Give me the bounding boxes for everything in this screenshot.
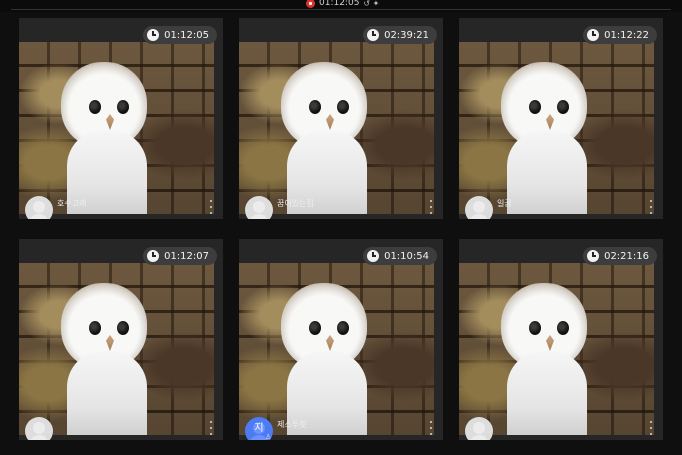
owl-left-eye <box>529 100 541 114</box>
person-icon: ♙ <box>485 212 492 219</box>
owl-left-eye <box>89 321 101 335</box>
video-thumbnail[interactable] <box>459 263 654 435</box>
video-card-2[interactable]: 02:39:21 ♙ 꿈이있는집 <box>239 18 443 219</box>
video-card-5[interactable]: 01:10:54 지 ♙ 제스투핏 <box>239 239 443 440</box>
duration-text: 02:21:16 <box>604 250 649 262</box>
video-meta: ♙ 꿈이있는집 <box>239 193 443 219</box>
owl-left-eye <box>89 100 101 114</box>
owl-left-eye <box>309 321 321 335</box>
recording-extra: ↺ ✦ <box>363 0 380 8</box>
more-vertical-icon[interactable] <box>207 421 215 435</box>
more-vertical-icon[interactable] <box>427 200 435 214</box>
video-thumbnail[interactable] <box>239 42 434 214</box>
person-icon: ♙ <box>265 212 272 219</box>
duration-badge: 02:21:16 <box>583 247 657 265</box>
duration-text: 01:12:22 <box>604 29 649 41</box>
owl-right-eye <box>557 100 569 114</box>
clock-icon <box>147 29 160 41</box>
video-meta: ♙ 일꿈 <box>459 193 663 219</box>
video-card-3[interactable]: 01:12:22 ♙ 일꿈 <box>459 18 663 219</box>
duration-text: 01:12:05 <box>164 29 209 41</box>
video-card-1[interactable]: 01:12:05 ♙ 호수고래 <box>19 18 223 219</box>
person-icon: ♙ <box>265 433 272 440</box>
more-vertical-icon[interactable] <box>647 200 655 214</box>
video-meta: ♙ 호수고래 <box>19 193 223 219</box>
video-card-6[interactable]: 02:21:16 ♙ <box>459 239 663 440</box>
duration-text: 01:10:54 <box>384 250 429 262</box>
recording-time: 01:12:05 <box>319 0 360 8</box>
clock-icon <box>147 250 160 262</box>
avatar-letter: 지 <box>254 423 264 434</box>
video-thumbnail[interactable] <box>239 263 434 435</box>
recording-indicator: 01:12:05 ↺ ✦ <box>306 0 379 9</box>
video-title[interactable]: 호수고래 <box>57 198 197 209</box>
clock-icon <box>587 29 600 41</box>
owl-left-eye <box>309 100 321 114</box>
owl-right-eye <box>557 321 569 335</box>
owl-right-eye <box>117 100 129 114</box>
duration-badge: 01:12:05 <box>143 26 217 44</box>
more-vertical-icon[interactable] <box>647 421 655 435</box>
clock-icon <box>367 250 380 262</box>
record-icon <box>306 0 315 8</box>
video-title[interactable]: 꿈이있는집 <box>277 198 417 209</box>
duration-badge: 02:39:21 <box>363 26 437 44</box>
video-thumbnail[interactable] <box>19 263 214 435</box>
video-grid: 01:12:05 ♙ 호수고래 02:39:21 ♙ 꿈이있는집 01:12:2… <box>19 18 663 440</box>
person-icon: ♙ <box>485 433 492 440</box>
duration-badge: 01:10:54 <box>363 247 437 265</box>
video-meta: 지 ♙ 제스투핏 <box>239 414 443 440</box>
more-vertical-icon[interactable] <box>427 421 435 435</box>
more-vertical-icon[interactable] <box>207 200 215 214</box>
duration-text: 02:39:21 <box>384 29 429 41</box>
duration-badge: 01:12:22 <box>583 26 657 44</box>
person-icon: ♙ <box>45 433 52 440</box>
video-thumbnail[interactable] <box>459 42 654 214</box>
top-divider <box>11 9 671 10</box>
video-meta: ♙ <box>459 414 663 440</box>
duration-badge: 01:12:07 <box>143 247 217 265</box>
video-title[interactable]: 제스투핏 <box>277 419 417 430</box>
owl-left-eye <box>529 321 541 335</box>
owl-right-eye <box>337 100 349 114</box>
video-card-4[interactable]: 01:12:07 ♙ <box>19 239 223 440</box>
video-title[interactable]: 일꿈 <box>497 198 637 209</box>
video-thumbnail[interactable] <box>19 42 214 214</box>
owl-right-eye <box>117 321 129 335</box>
duration-text: 01:12:07 <box>164 250 209 262</box>
video-meta: ♙ <box>19 414 223 440</box>
clock-icon <box>367 29 380 41</box>
person-icon: ♙ <box>45 212 52 219</box>
owl-right-eye <box>337 321 349 335</box>
clock-icon <box>587 250 600 262</box>
